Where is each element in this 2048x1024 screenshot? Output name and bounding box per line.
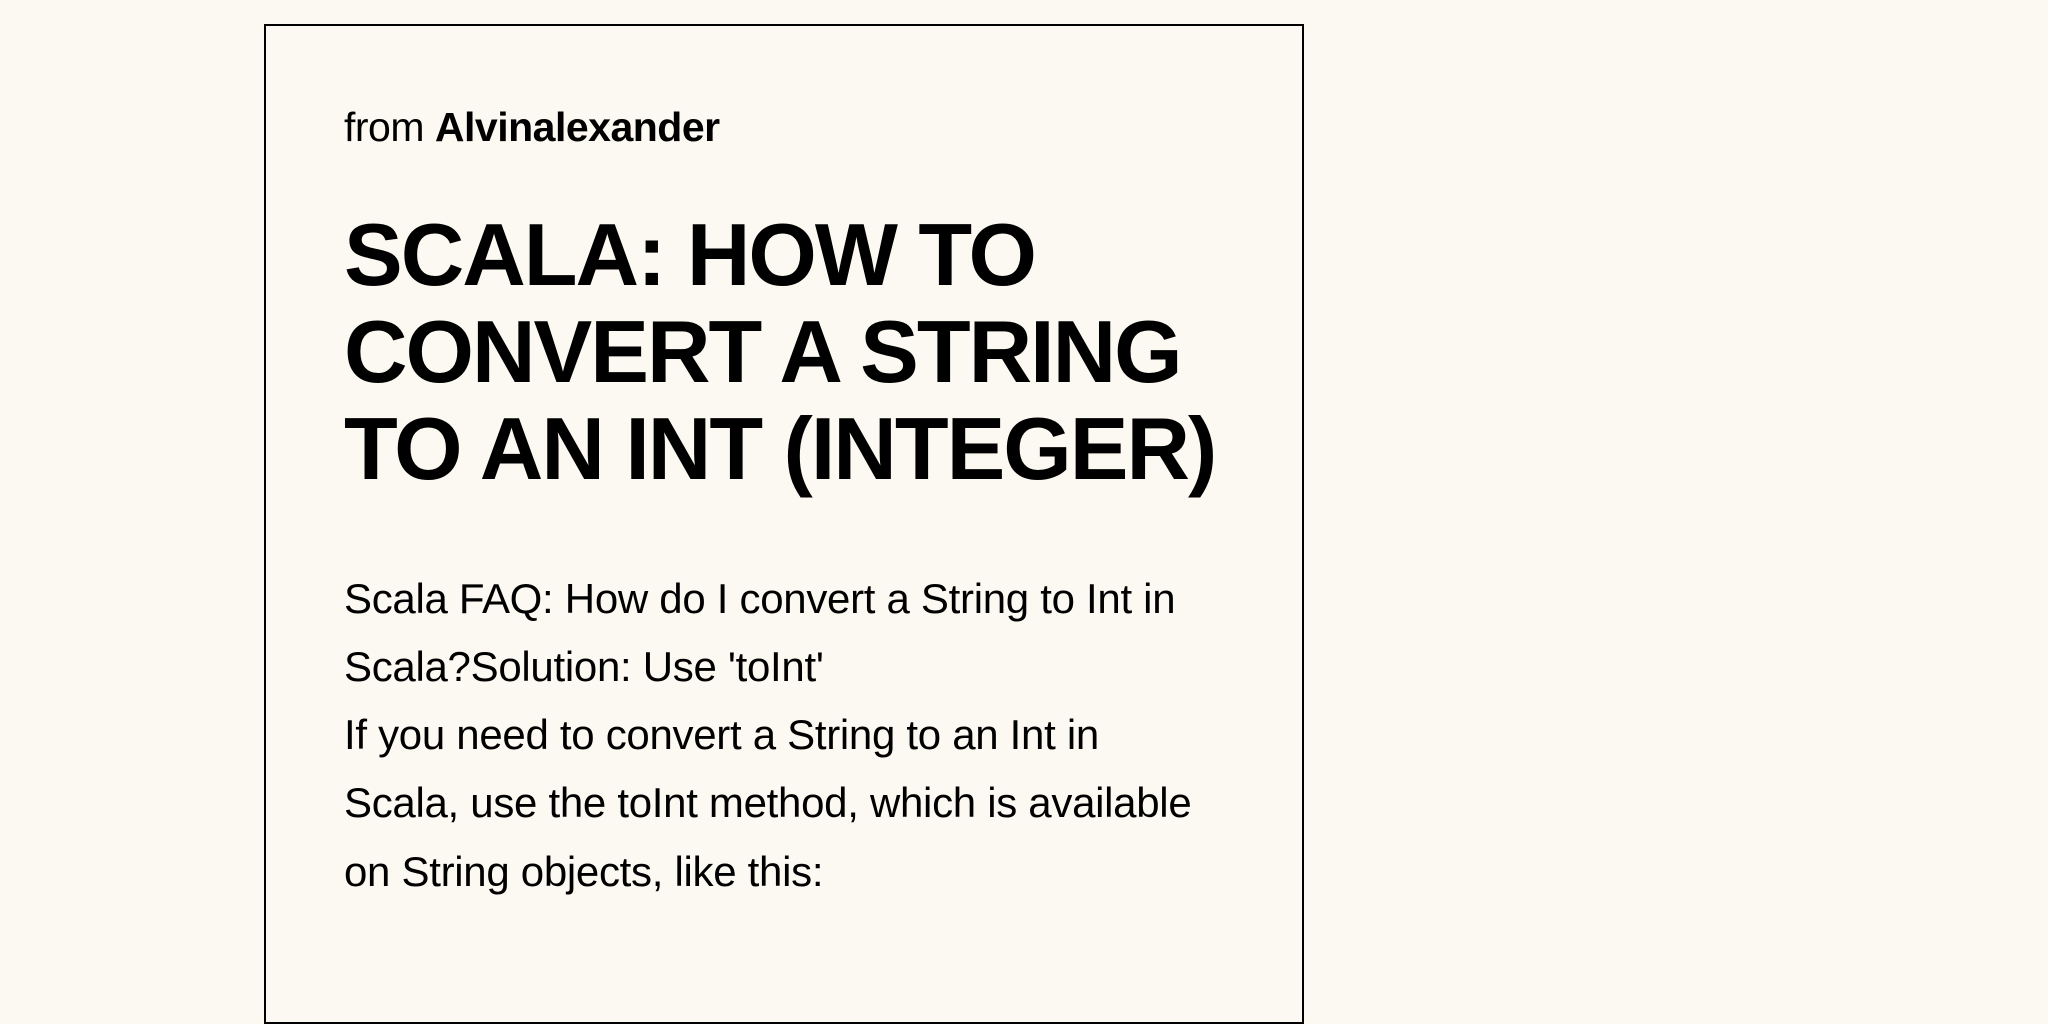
article-card: from Alvinalexander SCALA: HOW TO CONVER… [264,24,1304,1024]
body-paragraph-2: If you need to convert a String to an In… [344,701,1224,905]
article-title: SCALA: HOW TO CONVERT A STRING TO AN INT… [344,207,1224,497]
source-line: from Alvinalexander [344,104,1224,151]
source-author: Alvinalexander [435,104,720,150]
source-prefix: from [344,104,435,150]
article-body: Scala FAQ: How do I convert a String to … [344,565,1224,905]
body-paragraph-1: Scala FAQ: How do I convert a String to … [344,565,1224,701]
